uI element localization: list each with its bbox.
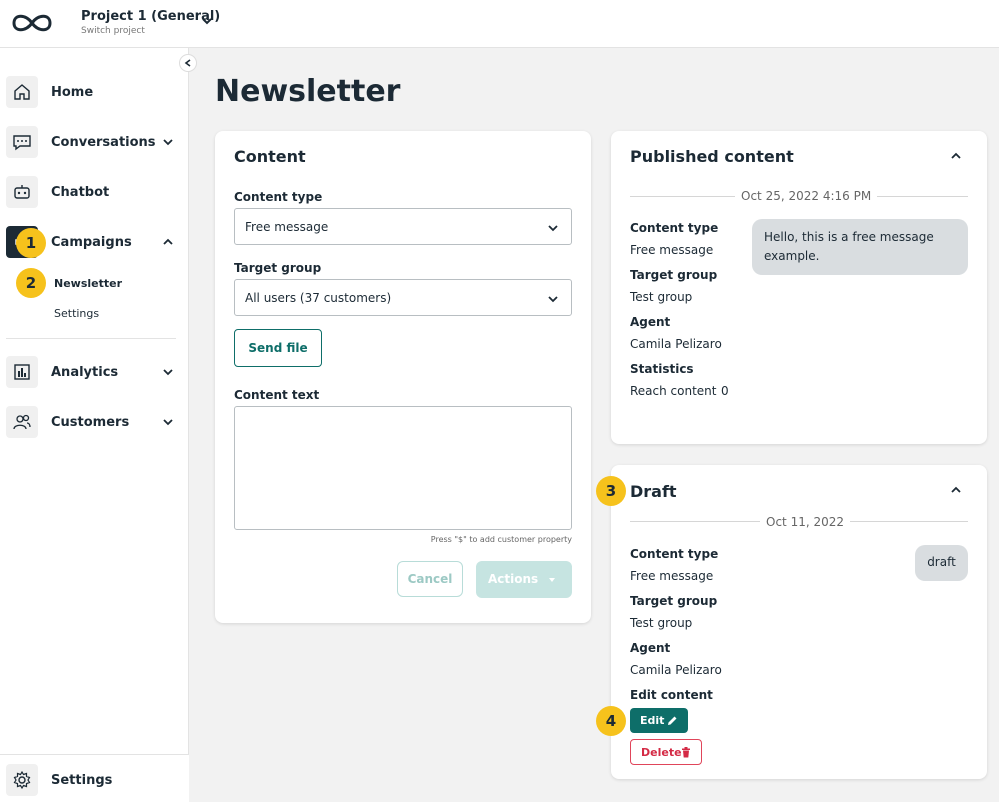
sidebar-item-label: Chatbot bbox=[51, 185, 110, 200]
edit-button[interactable]: Edit bbox=[630, 708, 688, 733]
sidebar-footer: Settings bbox=[0, 754, 189, 802]
sidebar-item-chatbot[interactable]: Chatbot bbox=[6, 176, 178, 210]
message-preview-bubble: Hello, this is a free message example. bbox=[752, 219, 968, 275]
content-card: Content Content type Free message Target… bbox=[215, 131, 591, 623]
chevron-down-icon[interactable] bbox=[162, 136, 174, 148]
step-badge: 1 bbox=[16, 228, 46, 258]
users-icon bbox=[6, 406, 38, 438]
agent-label: Agent bbox=[630, 641, 671, 655]
statistics-label: Statistics bbox=[630, 362, 694, 376]
target-group-label: Target group bbox=[234, 261, 322, 275]
sidebar-item-home[interactable]: Home bbox=[6, 76, 178, 110]
content-type-value: Free message bbox=[630, 569, 714, 583]
chevron-up-icon[interactable] bbox=[162, 236, 174, 248]
actions-button[interactable]: Actions bbox=[476, 561, 572, 598]
sidebar-item-label: Settings bbox=[51, 773, 113, 788]
project-subtitle[interactable]: Switch project bbox=[81, 26, 145, 36]
send-file-button[interactable]: Send file bbox=[234, 329, 322, 367]
sidebar-item-settings[interactable]: Settings bbox=[6, 764, 178, 798]
page-title: Newsletter bbox=[215, 74, 401, 109]
sidebar-item-label: Home bbox=[51, 85, 94, 100]
agent-value: Camila Pelizaro bbox=[630, 337, 722, 351]
cancel-button[interactable]: Cancel bbox=[397, 561, 463, 597]
logo-icon[interactable] bbox=[8, 10, 56, 36]
pencil-icon bbox=[668, 716, 677, 725]
sidebar-item-analytics[interactable]: Analytics bbox=[6, 356, 178, 390]
top-bar: Project 1 (General) Switch project bbox=[0, 0, 999, 48]
reach-content-label: Reach content bbox=[630, 384, 717, 398]
sidebar-item-label: Customers bbox=[51, 415, 130, 430]
content-text-label: Content text bbox=[234, 388, 320, 402]
target-group-value: Test group bbox=[630, 290, 693, 304]
chevron-left-icon bbox=[184, 59, 191, 67]
collapse-sidebar-button[interactable] bbox=[179, 54, 197, 72]
chevron-up-icon[interactable] bbox=[950, 150, 962, 162]
chevron-down-icon[interactable] bbox=[162, 366, 174, 378]
gear-icon bbox=[6, 764, 38, 796]
caret-down-icon bbox=[549, 578, 555, 582]
draft-card: Draft Oct 11, 2022 Content type Free mes… bbox=[611, 465, 987, 779]
step-badge: 3 bbox=[596, 476, 626, 506]
step-badge: 2 bbox=[16, 268, 46, 298]
sidebar-item-label: Campaigns bbox=[51, 235, 132, 250]
delete-button[interactable]: Delete bbox=[630, 739, 702, 765]
content-type-value: Free message bbox=[630, 243, 714, 257]
select-value: All users (37 customers) bbox=[245, 291, 392, 305]
card-title: Draft bbox=[630, 482, 677, 501]
home-icon bbox=[6, 76, 38, 108]
chevron-up-icon[interactable] bbox=[950, 484, 962, 496]
target-group-value: Test group bbox=[630, 616, 693, 630]
actions-label: Actions bbox=[488, 572, 539, 586]
step-badge: 4 bbox=[596, 706, 626, 736]
chevron-down-icon[interactable] bbox=[162, 416, 174, 428]
content-type-label: Content type bbox=[234, 190, 323, 204]
reach-content-value: 0 bbox=[721, 384, 729, 398]
content-text-hint: Press "$" to add customer property bbox=[430, 535, 572, 544]
agent-label: Agent bbox=[630, 315, 671, 329]
sidebar-subitem-newsletter[interactable]: Newsletter bbox=[54, 277, 122, 290]
chevron-down-icon[interactable] bbox=[200, 14, 214, 28]
sidebar-item-customers[interactable]: Customers bbox=[6, 406, 178, 440]
content-text-input[interactable] bbox=[234, 406, 572, 530]
sidebar: Home Conversations Chatbot Campaigns New… bbox=[0, 48, 189, 802]
trash-icon bbox=[682, 747, 690, 758]
card-title: Content bbox=[234, 147, 306, 166]
content-type-select[interactable]: Free message bbox=[234, 208, 572, 245]
chat-icon bbox=[6, 126, 38, 158]
delete-label: Delete bbox=[641, 746, 682, 759]
sidebar-divider bbox=[6, 338, 176, 339]
published-date: Oct 25, 2022 4:16 PM bbox=[735, 189, 878, 203]
sidebar-item-label: Conversations bbox=[51, 135, 156, 150]
target-group-select[interactable]: All users (37 customers) bbox=[234, 279, 572, 316]
sidebar-subitem-settings[interactable]: Settings bbox=[54, 307, 99, 320]
chevron-down-icon bbox=[548, 225, 558, 232]
content-type-label: Content type bbox=[630, 221, 719, 235]
select-value: Free message bbox=[245, 220, 329, 234]
robot-icon bbox=[6, 176, 38, 208]
chevron-down-icon bbox=[548, 296, 558, 303]
draft-preview-bubble: draft bbox=[915, 545, 968, 581]
sidebar-item-conversations[interactable]: Conversations bbox=[6, 126, 178, 160]
draft-date: Oct 11, 2022 bbox=[760, 515, 850, 529]
bar-chart-icon bbox=[6, 356, 38, 388]
target-group-label: Target group bbox=[630, 594, 718, 608]
edit-content-label: Edit content bbox=[630, 688, 713, 702]
sidebar-item-label: Analytics bbox=[51, 365, 119, 380]
edit-label: Edit bbox=[640, 714, 665, 727]
card-title: Published content bbox=[630, 147, 794, 166]
content-type-label: Content type bbox=[630, 547, 719, 561]
target-group-label: Target group bbox=[630, 268, 718, 282]
published-content-card: Published content Oct 25, 2022 4:16 PM C… bbox=[611, 131, 987, 444]
agent-value: Camila Pelizaro bbox=[630, 663, 722, 677]
